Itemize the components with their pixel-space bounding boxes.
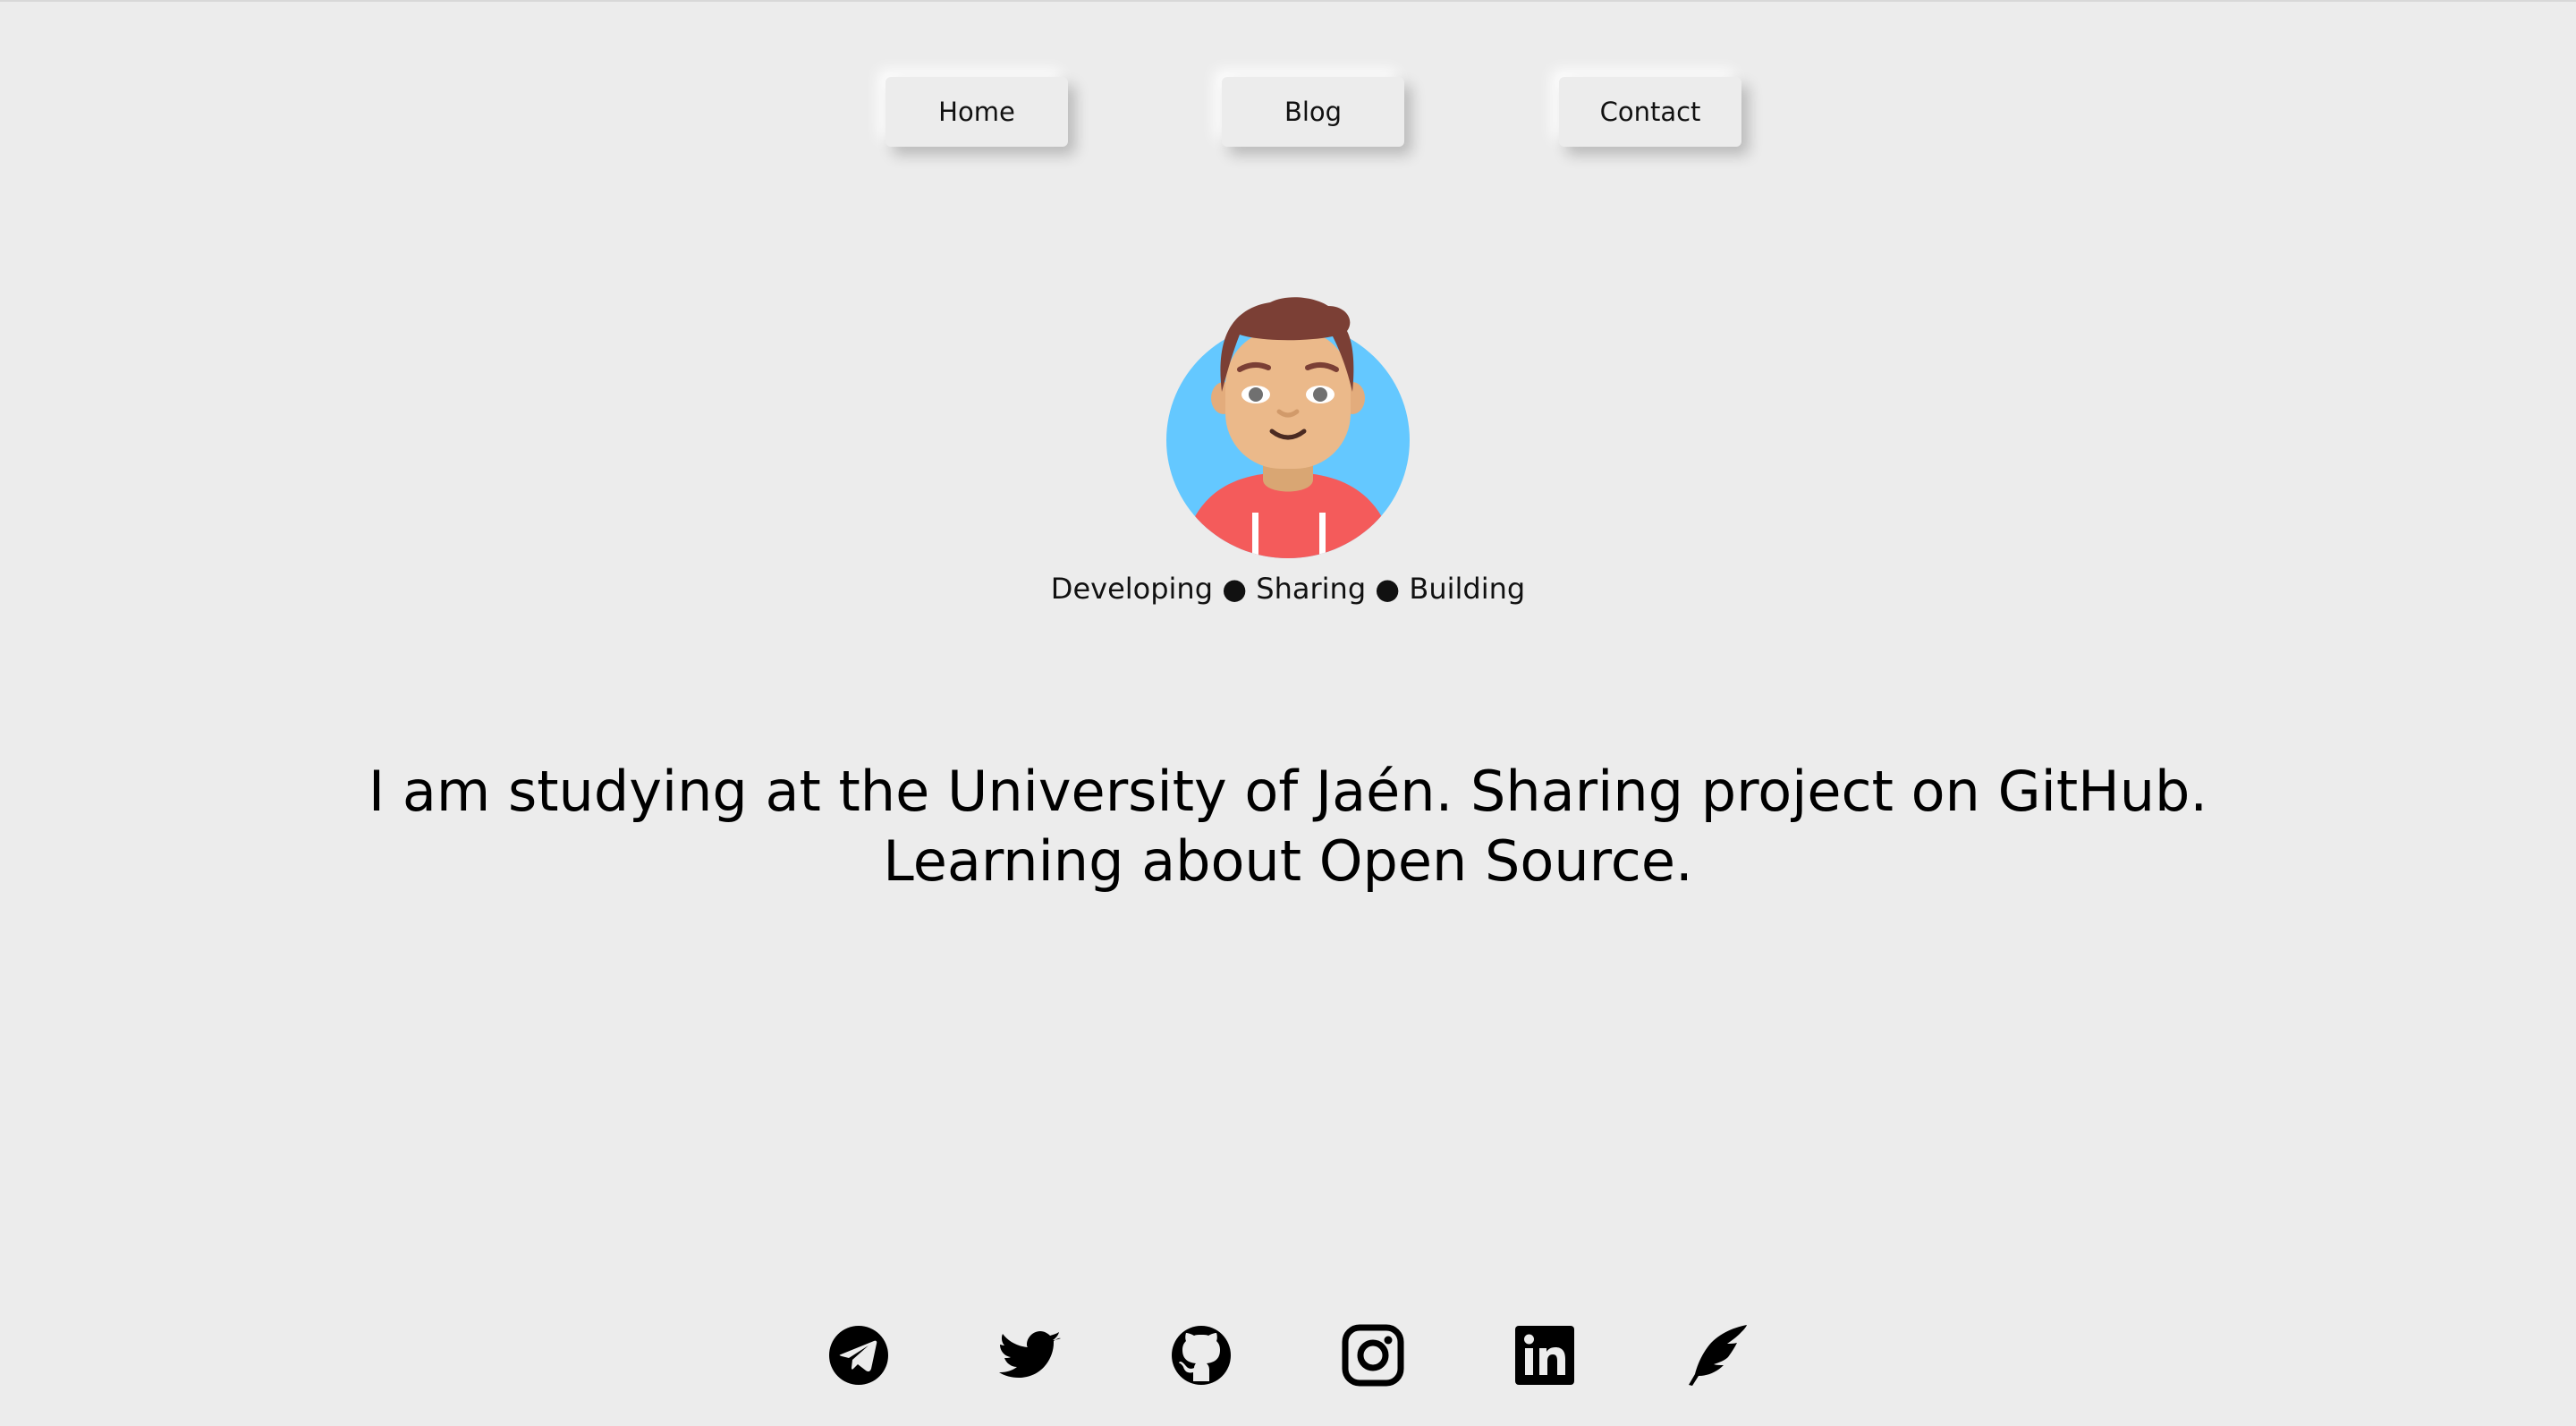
main-nav: Home Blog Contact	[0, 77, 2576, 147]
nav-home-button[interactable]: Home	[886, 77, 1068, 147]
telegram-icon[interactable]	[827, 1324, 890, 1387]
tagline: Developing ● Sharing ● Building	[1050, 572, 1526, 606]
social-links	[0, 1324, 2576, 1387]
nav-blog-button[interactable]: Blog	[1222, 77, 1404, 147]
bio-text: I am studying at the University of Jaén.…	[368, 759, 2208, 894]
quill-icon[interactable]	[1686, 1324, 1749, 1387]
twitter-icon[interactable]	[999, 1324, 1062, 1387]
github-icon[interactable]	[1170, 1324, 1233, 1387]
instagram-icon[interactable]	[1342, 1324, 1404, 1387]
linkedin-icon[interactable]	[1513, 1324, 1576, 1387]
nav-contact-button[interactable]: Contact	[1559, 77, 1741, 147]
boy-avatar-icon	[1163, 293, 1413, 558]
